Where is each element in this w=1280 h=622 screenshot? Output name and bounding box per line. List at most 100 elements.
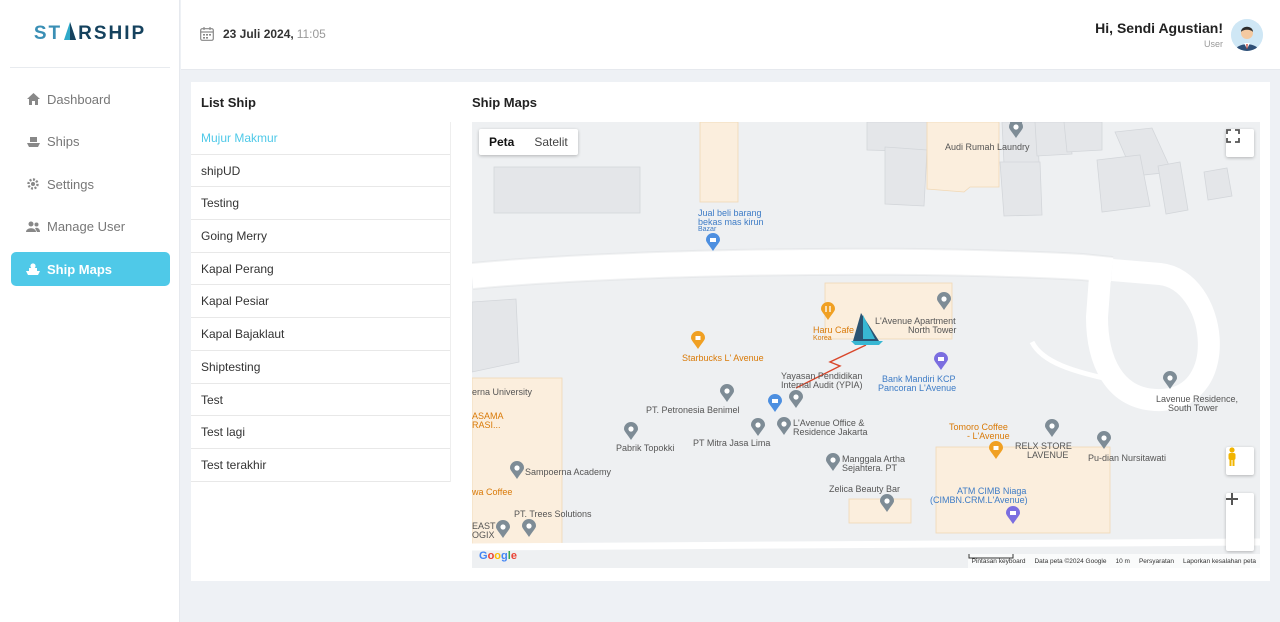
- tab-peta[interactable]: Peta: [479, 129, 524, 155]
- list-item[interactable]: Mujur Makmur: [191, 122, 450, 155]
- scale-label: 10 m: [1115, 557, 1130, 565]
- place-label[interactable]: Sampoerna Academy: [525, 467, 611, 477]
- list-item[interactable]: Kapal Pesiar: [191, 285, 450, 319]
- pin-trees-icon[interactable]: [522, 519, 536, 537]
- pin-east-icon[interactable]: [496, 520, 510, 538]
- map-type-toggle: Peta Satelit: [479, 129, 578, 155]
- place-label[interactable]: Pu-dian Nursitawati: [1088, 453, 1166, 463]
- pin-lavenue-apartment-icon[interactable]: [937, 292, 951, 310]
- google-logo[interactable]: Google: [479, 550, 517, 562]
- pin-ypia-2-icon[interactable]: [789, 390, 803, 408]
- map-title: Ship Maps: [472, 95, 538, 110]
- list-item[interactable]: Kapal Perang: [191, 253, 450, 286]
- list-item[interactable]: Test lagi: [191, 416, 450, 449]
- pin-atm-cimb-icon[interactable]: [1006, 506, 1020, 524]
- zoom-out-button[interactable]: [1226, 498, 1254, 551]
- pin-bank-mandiri-icon[interactable]: [934, 352, 948, 370]
- place-label[interactable]: (CIMBN.CRM.L'Avenue): [930, 495, 1028, 505]
- pin-relx-icon[interactable]: [1045, 419, 1059, 437]
- date-text: 23 Juli 2024,: [223, 27, 294, 41]
- sidebar-item-label: Ship Maps: [47, 261, 113, 277]
- place-label[interactable]: Residence Jakarta: [793, 427, 868, 437]
- pin-lavenue-residence-icon[interactable]: [1163, 371, 1177, 389]
- pin-starbucks-icon[interactable]: [691, 331, 705, 349]
- place-label[interactable]: erna University: [472, 387, 532, 397]
- sidebar-item-label: Dashboard: [47, 91, 111, 107]
- map-data-credit: Data peta ©2024 Google: [1034, 557, 1107, 565]
- pin-mitra-icon[interactable]: [751, 418, 765, 436]
- place-label[interactable]: Sejahtera. PT: [842, 463, 897, 473]
- sidebar-item-dashboard[interactable]: Dashboard: [11, 82, 170, 116]
- list-item[interactable]: Shiptesting: [191, 351, 450, 384]
- tab-satelit[interactable]: Satelit: [524, 129, 577, 155]
- user-role: User: [1203, 39, 1223, 49]
- place-label[interactable]: South Tower: [1168, 403, 1218, 413]
- report-error-link[interactable]: Laporkan kesalahan peta: [1183, 558, 1256, 565]
- street-view-button[interactable]: [1226, 447, 1254, 475]
- map-view[interactable]: Audi Rumah Laundry Jual beli barang beka…: [472, 122, 1260, 568]
- divider: [10, 67, 170, 68]
- sidebar-item-label: Manage User: [47, 219, 126, 234]
- fullscreen-button[interactable]: [1226, 129, 1254, 157]
- list-item[interactable]: Testing: [191, 187, 450, 221]
- pin-haru-cafe-icon[interactable]: [821, 302, 835, 320]
- pin-topokki-icon[interactable]: [624, 422, 638, 440]
- brand-logo-part2: RSHIP: [78, 23, 147, 44]
- user-greeting: Hi, Sendi Agustian! User: [1095, 20, 1223, 49]
- fullscreen-icon: [1226, 129, 1240, 143]
- list-item[interactable]: Going Merry: [191, 220, 450, 253]
- greeting-text: Hi, Sendi Agustian!: [1095, 20, 1223, 36]
- pin-audi-laundry-icon[interactable]: [1009, 122, 1023, 138]
- list-title: List Ship: [201, 95, 256, 110]
- avatar[interactable]: [1231, 19, 1263, 51]
- place-label[interactable]: PT. Petronesia Benimel: [646, 405, 740, 415]
- ship-icon: [26, 135, 40, 149]
- pin-bazar-icon[interactable]: [706, 233, 720, 251]
- place-label[interactable]: Zelica Beauty Bar: [829, 484, 900, 494]
- pin-lavenue-office-icon[interactable]: [777, 417, 791, 435]
- place-label[interactable]: Pancoran L'Avenue: [878, 383, 956, 393]
- place-label[interactable]: Audi Rumah Laundry: [945, 142, 1030, 152]
- sidebar-item-ships[interactable]: Ships: [11, 125, 170, 159]
- brand-logo[interactable]: ST RSHIP: [0, 22, 180, 45]
- pin-zelica-icon[interactable]: [880, 494, 894, 512]
- pin-petronesia-icon[interactable]: [720, 384, 734, 402]
- sidebar-item-manage-user[interactable]: Manage User: [11, 210, 170, 244]
- pin-manggala-icon[interactable]: [826, 453, 840, 471]
- date-display: 23 Juli 2024, 11:05: [200, 27, 326, 41]
- sidebar-item-settings[interactable]: Settings: [11, 167, 170, 201]
- time-text: 11:05: [296, 27, 326, 41]
- place-label[interactable]: PT Mitra Jasa Lima: [693, 438, 770, 448]
- sidebar: ST RSHIP Dashboard Ships Settings Manage …: [0, 0, 180, 622]
- place-label[interactable]: wa Coffee: [472, 487, 512, 497]
- sidebar-item-ship-maps[interactable]: Ship Maps: [11, 252, 170, 286]
- home-icon: [26, 92, 40, 106]
- place-label[interactable]: RASI...: [472, 420, 501, 430]
- pin-tomoro-icon[interactable]: [989, 441, 1003, 459]
- place-label[interactable]: OGIX: [472, 530, 495, 540]
- terms-link[interactable]: Persyaratan: [1139, 558, 1174, 565]
- list-item[interactable]: Kapal Bajaklaut: [191, 318, 450, 351]
- place-label[interactable]: North Tower: [908, 325, 956, 335]
- place-label[interactable]: Internal Audit (YPIA): [781, 380, 863, 390]
- pin-ypia-icon[interactable]: [768, 394, 782, 412]
- map-footer: Pintasan keyboard Data peta ©2024 Google…: [967, 554, 1260, 568]
- pin-nursitawati-icon[interactable]: [1097, 431, 1111, 449]
- place-label[interactable]: - L'Avenue: [967, 431, 1010, 441]
- sidebar-item-label: Ships: [47, 134, 80, 149]
- pin-sampoerna-icon[interactable]: [510, 461, 524, 479]
- sidebar-nav: Dashboard Ships Settings Manage User Shi…: [11, 82, 170, 295]
- place-category: Korea: [813, 335, 832, 342]
- ship-map-card: List Ship Ship Maps Mujur Makmur shipUD …: [191, 82, 1270, 581]
- list-item[interactable]: shipUD: [191, 155, 450, 188]
- list-item[interactable]: Test terakhir: [191, 449, 450, 482]
- list-item[interactable]: Test: [191, 384, 450, 417]
- place-label[interactable]: LAVENUE: [1027, 450, 1068, 460]
- place-category: Bazar: [698, 226, 717, 233]
- brand-logo-part1: ST: [33, 23, 63, 44]
- zoom-control: [1226, 493, 1254, 551]
- place-label[interactable]: Starbucks L' Avenue: [682, 353, 764, 363]
- place-label[interactable]: Pabrik Topokki: [616, 443, 674, 453]
- scale-indicator[interactable]: 10 m: [968, 554, 1130, 565]
- place-label[interactable]: PT. Trees Solutions: [514, 509, 592, 519]
